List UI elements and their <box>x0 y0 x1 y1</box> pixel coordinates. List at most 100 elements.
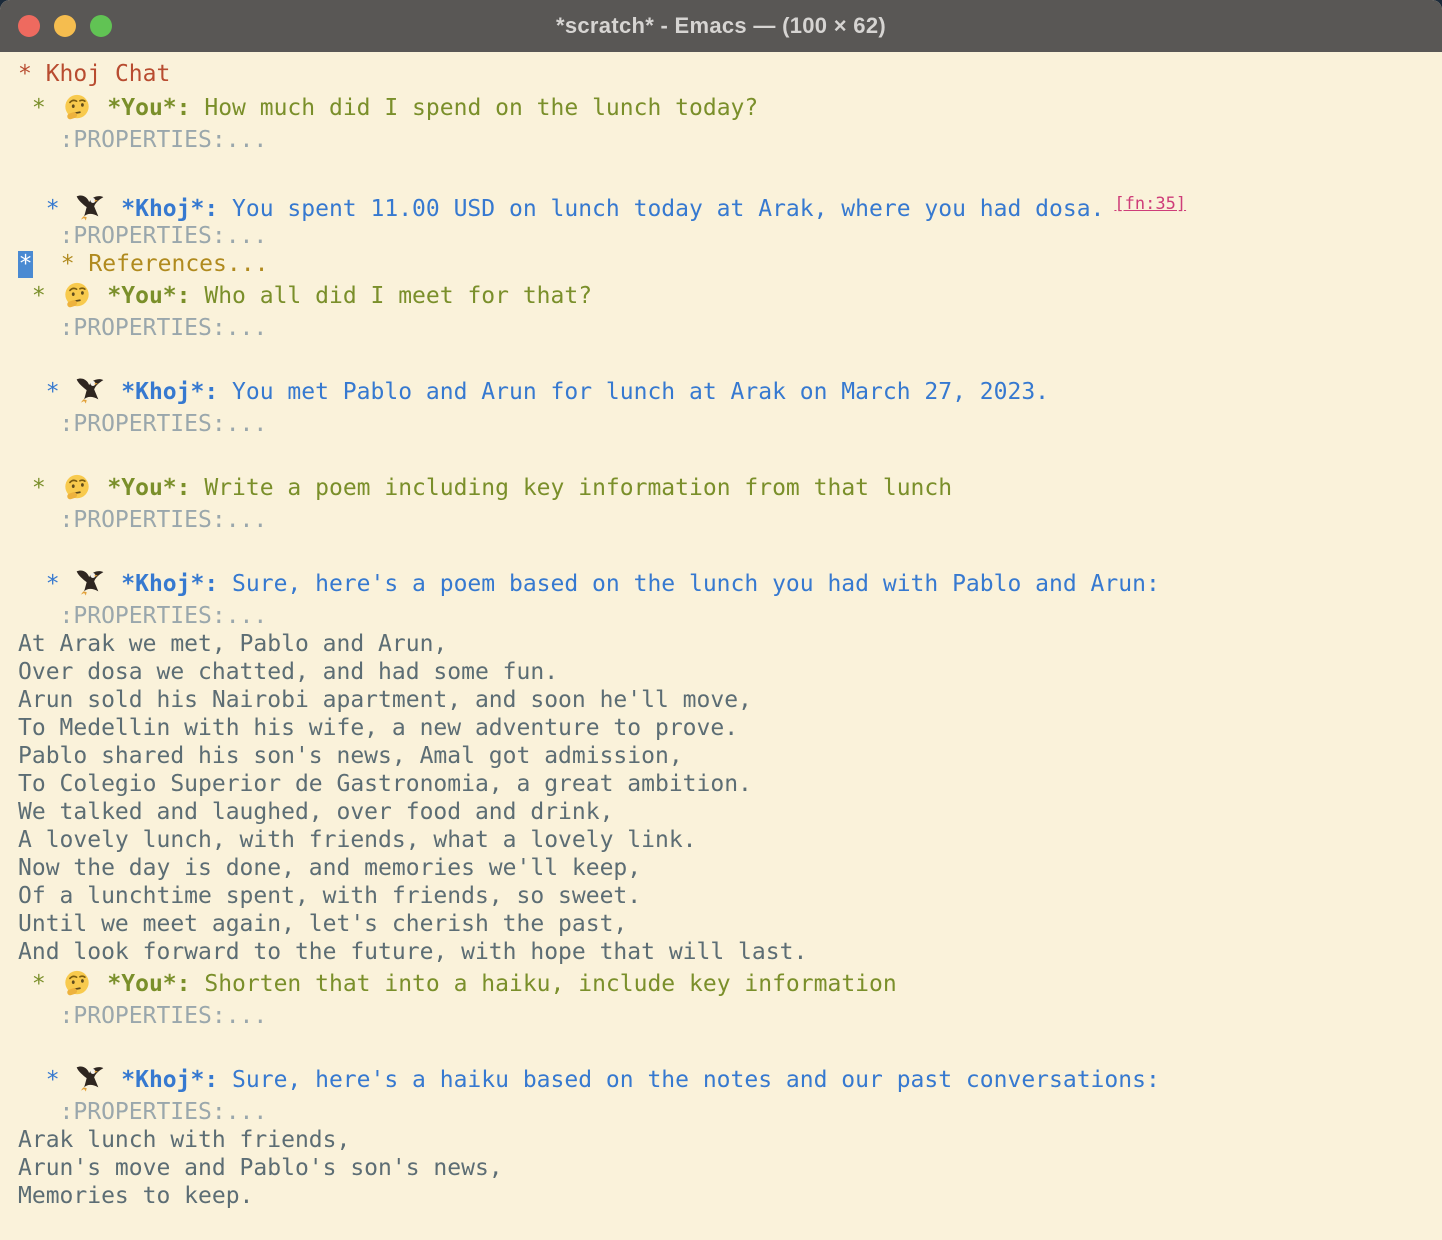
message-text: How much did I spend on the lunch today? <box>191 95 759 121</box>
message-body-line[interactable]: Arun sold his Nairobi apartment, and soo… <box>18 686 1432 714</box>
message-body-line[interactable]: We talked and laughed, over food and dri… <box>18 798 1432 826</box>
khoj-speaker-label: *Khoj*: <box>121 571 218 597</box>
thinking-face-icon <box>62 92 92 122</box>
you-message-heading[interactable]: * *You*: Who all did I meet for that? <box>18 278 1432 314</box>
blank-line <box>18 1030 1432 1062</box>
message-text: Sure, here's a haiku based on the notes … <box>218 1067 1160 1093</box>
message-body-line[interactable]: Memories to keep. <box>18 1182 1432 1210</box>
properties-drawer-folded[interactable]: :PROPERTIES:... <box>18 222 1432 250</box>
zoom-button[interactable] <box>90 15 112 37</box>
text-cursor: * <box>18 251 33 278</box>
you-message-heading[interactable]: * *You*: How much did I spend on the lun… <box>18 90 1432 126</box>
eagle-icon <box>75 1064 105 1094</box>
close-button[interactable] <box>18 15 40 37</box>
drawer-folded-text[interactable]: :PROPERTIES:... <box>60 127 268 153</box>
message-body-line[interactable]: Over dosa we chatted, and had some fun. <box>18 658 1432 686</box>
message-body-line[interactable]: To Colegio Superior de Gastronomia, a gr… <box>18 770 1432 798</box>
body-text: Over dosa we chatted, and had some fun. <box>18 659 558 685</box>
window-title: *scratch* - Emacs — (100 × 62) <box>0 13 1442 39</box>
message-body-line[interactable]: Now the day is done, and memories we'll … <box>18 854 1432 882</box>
org-heading-star: * <box>46 379 74 405</box>
message-body-line[interactable]: Until we meet again, let's cherish the p… <box>18 910 1432 938</box>
body-text: Memories to keep. <box>18 1183 253 1209</box>
khoj-message-heading[interactable]: * *Khoj*: Sure, here's a poem based on t… <box>18 566 1432 602</box>
message-text: You spent 11.00 USD on lunch today at Ar… <box>218 196 1104 222</box>
org-heading-star: * <box>32 283 60 309</box>
thinking-face-icon <box>62 968 92 998</box>
message-body-line[interactable]: To Medellin with his wife, a new adventu… <box>18 714 1432 742</box>
org-heading-star: * <box>46 1067 74 1093</box>
message-body-line[interactable]: A lovely lunch, with friends, what a lov… <box>18 826 1432 854</box>
body-text: Arak lunch with friends, <box>18 1127 350 1153</box>
body-text: Arun's move and Pablo's son's news, <box>18 1155 503 1181</box>
references-heading-folded[interactable]: * * References... <box>18 250 1432 278</box>
you-speaker-label: *You*: <box>107 95 190 121</box>
org-heading-star: * <box>32 971 60 997</box>
titlebar[interactable]: *scratch* - Emacs — (100 × 62) <box>0 0 1442 52</box>
properties-drawer-folded[interactable]: :PROPERTIES:... <box>18 602 1432 630</box>
emacs-buffer[interactable]: * Khoj Chat* *You*: How much did I spend… <box>0 52 1442 1240</box>
you-speaker-label: *You*: <box>107 971 190 997</box>
message-text: Shorten that into a haiku, include key i… <box>191 971 897 997</box>
body-text: Of a lunchtime spent, with friends, so s… <box>18 883 641 909</box>
message-body-line[interactable]: Of a lunchtime spent, with friends, so s… <box>18 882 1432 910</box>
body-text: Until we meet again, let's cherish the p… <box>18 911 627 937</box>
body-text: To Medellin with his wife, a new adventu… <box>18 715 738 741</box>
body-text: To Colegio Superior de Gastronomia, a gr… <box>18 771 752 797</box>
emacs-window: *scratch* - Emacs — (100 × 62) * Khoj Ch… <box>0 0 1442 1240</box>
khoj-message-heading[interactable]: * *Khoj*: You met Pablo and Arun for lun… <box>18 374 1432 410</box>
drawer-folded-text[interactable]: :PROPERTIES:... <box>60 507 268 533</box>
message-text: Who all did I meet for that? <box>191 283 593 309</box>
body-text: And look forward to the future, with hop… <box>18 939 807 965</box>
eagle-icon <box>75 568 105 598</box>
eagle-icon <box>75 193 105 223</box>
footnote-link[interactable]: [fn:35] <box>1114 194 1186 214</box>
message-body-line[interactable]: Arak lunch with friends, <box>18 1126 1432 1154</box>
org-heading-star: * <box>32 95 60 121</box>
blank-line <box>18 342 1432 374</box>
properties-drawer-folded[interactable]: :PROPERTIES:... <box>18 506 1432 534</box>
properties-drawer-folded[interactable]: :PROPERTIES:... <box>18 410 1432 438</box>
references-folded-text[interactable]: * References... <box>61 251 269 277</box>
message-body-line[interactable]: And look forward to the future, with hop… <box>18 938 1432 966</box>
org-heading-star: * <box>46 196 74 222</box>
message-text: You met Pablo and Arun for lunch at Arak… <box>218 379 1049 405</box>
body-text: Pablo shared his son's news, Amal got ad… <box>18 743 683 769</box>
message-body-line[interactable]: Pablo shared his son's news, Amal got ad… <box>18 742 1432 770</box>
org-heading-star: * <box>46 571 74 597</box>
org-heading-star: * <box>32 475 60 501</box>
you-speaker-label: *You*: <box>107 475 190 501</box>
khoj-speaker-label: *Khoj*: <box>121 196 218 222</box>
drawer-folded-text[interactable]: :PROPERTIES:... <box>60 223 268 249</box>
message-text: Sure, here's a poem based on the lunch y… <box>218 571 1160 597</box>
message-body-line[interactable]: At Arak we met, Pablo and Arun, <box>18 630 1432 658</box>
body-text: Now the day is done, and memories we'll … <box>18 855 641 881</box>
khoj-message-heading[interactable]: * *Khoj*: You spent 11.00 USD on lunch t… <box>18 186 1432 222</box>
body-text: We talked and laughed, over food and dri… <box>18 799 613 825</box>
drawer-folded-text[interactable]: :PROPERTIES:... <box>60 315 268 341</box>
khoj-speaker-label: *Khoj*: <box>121 1067 218 1093</box>
drawer-folded-text[interactable]: :PROPERTIES:... <box>60 603 268 629</box>
drawer-folded-text[interactable]: :PROPERTIES:... <box>60 1099 268 1125</box>
properties-drawer-folded[interactable]: :PROPERTIES:... <box>18 126 1432 154</box>
drawer-folded-text[interactable]: :PROPERTIES:... <box>60 1003 268 1029</box>
blank-line <box>18 154 1432 186</box>
traffic-lights <box>18 0 112 52</box>
minimize-button[interactable] <box>54 15 76 37</box>
body-text: A lovely lunch, with friends, what a lov… <box>18 827 697 853</box>
properties-drawer-folded[interactable]: :PROPERTIES:... <box>18 314 1432 342</box>
eagle-icon <box>75 376 105 406</box>
org-heading-star: * <box>18 61 46 87</box>
message-body-line[interactable]: Arun's move and Pablo's son's news, <box>18 1154 1432 1182</box>
drawer-folded-text[interactable]: :PROPERTIES:... <box>60 411 268 437</box>
body-text: At Arak we met, Pablo and Arun, <box>18 631 447 657</box>
khoj-message-heading[interactable]: * *Khoj*: Sure, here's a haiku based on … <box>18 1062 1432 1098</box>
you-message-heading[interactable]: * *You*: Write a poem including key info… <box>18 470 1432 506</box>
blank-line <box>18 534 1432 566</box>
properties-drawer-folded[interactable]: :PROPERTIES:... <box>18 1002 1432 1030</box>
you-message-heading[interactable]: * *You*: Shorten that into a haiku, incl… <box>18 966 1432 1002</box>
properties-drawer-folded[interactable]: :PROPERTIES:... <box>18 1098 1432 1126</box>
blank-line <box>18 438 1432 470</box>
chat-title-heading[interactable]: * Khoj Chat <box>18 58 1432 90</box>
message-text: Write a poem including key information f… <box>191 475 953 501</box>
